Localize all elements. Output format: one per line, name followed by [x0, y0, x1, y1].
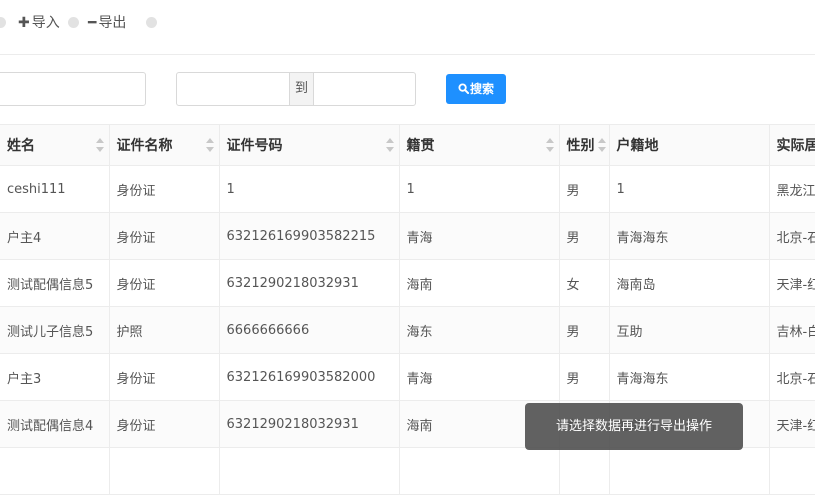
cell-registered-residence: 1: [609, 165, 770, 213]
table-row[interactable]: 户主4 身份证 632126169903582215 青海 男 青海海东 北京-…: [0, 212, 815, 260]
cell-native-place: 1: [399, 165, 560, 213]
import-button[interactable]: ✚ 导入: [18, 14, 60, 32]
sort-icon[interactable]: [597, 138, 606, 152]
cell-id-number: 6321290218032931: [219, 400, 400, 448]
table-row[interactable]: 测试儿子信息5 护照 6666666666 海东 男 互助 吉林-白: [0, 306, 815, 354]
cell-registered-residence: [609, 447, 770, 495]
cell-id-type: 身份证: [109, 353, 220, 401]
cell-id-number: 632126169903582215: [219, 212, 400, 260]
sort-icon[interactable]: [95, 138, 104, 152]
table-header-row: 姓名 证件名称 证件号码 籍贯 性别 户籍地 实际居: [0, 124, 815, 166]
cell-id-type: 身份证: [109, 400, 220, 448]
cell-gender: 女: [559, 259, 610, 307]
cell-id-type: 身份证: [109, 212, 220, 260]
cell-actual-residence: 北京-石: [769, 353, 815, 401]
cell-gender: 男: [559, 306, 610, 354]
sort-icon[interactable]: [205, 138, 214, 152]
cell-gender: 男: [559, 165, 610, 213]
column-header-gender[interactable]: 性别: [559, 124, 610, 166]
cell-registered-residence: 海南岛: [609, 259, 770, 307]
date-range-input: 到: [176, 72, 416, 106]
cell-actual-residence: 北京-石: [769, 212, 815, 260]
sort-icon[interactable]: [385, 138, 394, 152]
cell-id-type: 身份证: [109, 259, 220, 307]
table-row[interactable]: 测试配偶信息5 身份证 6321290218032931 海南 女 海南岛 天津…: [0, 259, 815, 307]
cell-registered-residence: 互助: [609, 306, 770, 354]
search-icon: [458, 83, 470, 95]
range-end-input[interactable]: [314, 73, 415, 105]
cell-name: 户主3: [0, 353, 110, 401]
import-label: 导入: [31, 15, 60, 31]
column-header-registered-residence[interactable]: 户籍地: [609, 124, 770, 166]
cell-id-number: 1: [219, 165, 400, 213]
cell-name: ceshi111: [0, 165, 110, 213]
range-separator: 到: [289, 73, 314, 105]
search-label: 搜索: [469, 82, 494, 96]
column-header-actual-residence[interactable]: 实际居: [769, 124, 815, 166]
cell-gender: 男: [559, 353, 610, 401]
table-row[interactable]: 户主3 身份证 632126169903582000 青海 男 青海海东 北京-…: [0, 353, 815, 401]
cell-native-place: [399, 447, 560, 495]
export-button[interactable]: ━ 导出: [88, 14, 126, 32]
cell-actual-residence: 天津-红: [769, 400, 815, 448]
cell-name: 测试儿子信息5: [0, 306, 110, 354]
column-header-id-number[interactable]: 证件号码: [219, 124, 400, 166]
cell-id-type: 护照: [109, 306, 220, 354]
table-row[interactable]: [0, 447, 815, 495]
cell-gender: [559, 447, 610, 495]
cell-actual-residence: 黑龙江: [769, 165, 815, 213]
filter-bar: 到 搜索: [0, 54, 815, 124]
cell-native-place: 海南: [399, 259, 560, 307]
cell-native-place: 青海: [399, 212, 560, 260]
cell-native-place: 海东: [399, 306, 560, 354]
range-start-input[interactable]: [177, 73, 289, 105]
cell-name: [0, 447, 110, 495]
cell-registered-residence: 青海海东: [609, 212, 770, 260]
cell-registered-residence: 青海海东: [609, 353, 770, 401]
table-row[interactable]: ceshi111 身份证 1 1 男 1 黑龙江: [0, 165, 815, 213]
column-header-id-type[interactable]: 证件名称: [109, 124, 220, 166]
toolbar-dot: [68, 17, 79, 28]
keyword-input[interactable]: [0, 72, 146, 106]
cell-id-number: 6321290218032931: [219, 259, 400, 307]
cell-name: 测试配偶信息4: [0, 400, 110, 448]
toolbar: ✚ 导入 ━ 导出: [0, 0, 815, 55]
cell-id-number: 632126169903582000: [219, 353, 400, 401]
cell-id-number: [219, 447, 400, 495]
column-header-native-place[interactable]: 籍贯: [399, 124, 560, 166]
cell-name: 测试配偶信息5: [0, 259, 110, 307]
toolbar-dot: [146, 17, 157, 28]
cell-id-type: 身份证: [109, 165, 220, 213]
toolbar-dot: [0, 17, 6, 28]
column-header-name[interactable]: 姓名: [0, 124, 110, 166]
cell-actual-residence: [769, 447, 815, 495]
cell-id-number: 6666666666: [219, 306, 400, 354]
cell-actual-residence: 吉林-白: [769, 306, 815, 354]
plus-icon: ✚: [18, 15, 30, 31]
sort-icon[interactable]: [545, 138, 554, 152]
cell-native-place: 青海: [399, 353, 560, 401]
cell-actual-residence: 天津-红: [769, 259, 815, 307]
cell-gender: 男: [559, 212, 610, 260]
cell-name: 户主4: [0, 212, 110, 260]
cell-id-type: [109, 447, 220, 495]
export-label: 导出: [98, 15, 127, 31]
search-button[interactable]: 搜索: [446, 74, 506, 104]
minus-icon: ━: [88, 15, 97, 31]
toast-message: 请选择数据再进行导出操作: [525, 403, 743, 450]
